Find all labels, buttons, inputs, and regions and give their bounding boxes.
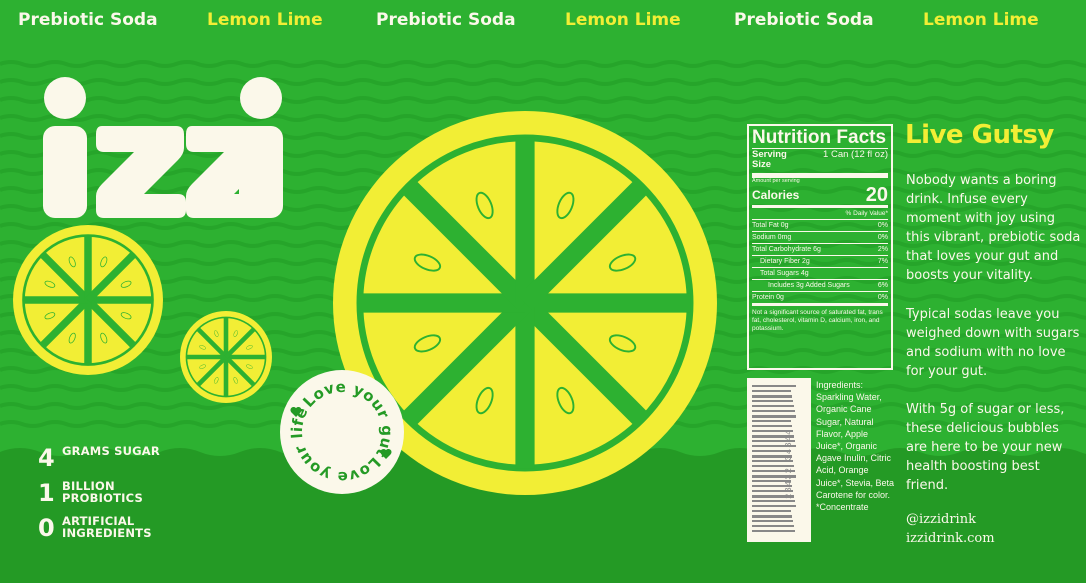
nutrition-title: Nutrition Facts xyxy=(752,127,887,148)
barcode-bar xyxy=(752,525,794,527)
nutrient-dv: 7% xyxy=(877,258,888,265)
nutrition-rows: Total Fat 0g 0% Sodium 0mg 0% Total Carbohyd… xyxy=(752,219,888,303)
paragraph: Typical sodas leave you weighed down wit… xyxy=(906,307,1080,379)
can-label: Prebiotic Soda Lemon Lime Prebiotic Soda… xyxy=(0,0,1086,583)
nutrient-label: Total Fat 0g xyxy=(752,222,789,229)
calories-row: Calories 20 xyxy=(752,185,888,205)
barcode-bar xyxy=(752,410,795,412)
stat-label: GRAMS SUGAR xyxy=(62,444,160,458)
nutrition-row: Total Sugars 4g xyxy=(752,267,888,279)
barcode-bar xyxy=(752,385,796,387)
headline: Live Gutsy xyxy=(905,120,1054,150)
nutrient-label: Protein 0g xyxy=(752,294,784,301)
nutrient-label: Total Carbohydrate 6g xyxy=(752,246,821,253)
barcode-bars xyxy=(752,385,796,532)
serving-row: Serving Size 1 Can (12 fl oz) xyxy=(752,150,888,170)
barcode-bar xyxy=(752,505,796,507)
barcode-bar xyxy=(752,515,792,518)
nutrient-label: Sodium 0mg xyxy=(752,234,792,241)
barcode-bar xyxy=(752,530,795,532)
nutrition-row: Dietary Fiber 2g 7% xyxy=(752,255,888,267)
social-handle: @izzidrink xyxy=(906,512,976,527)
nutrient-dv: 0% xyxy=(877,234,888,241)
barcode-bar xyxy=(752,510,791,512)
nutrient-label: Total Sugars 4g xyxy=(760,270,809,277)
barcode-bar xyxy=(752,415,796,418)
daily-value-header: % Daily Value* xyxy=(845,210,888,217)
nutrient-label: Includes 3g Added Sugars xyxy=(768,282,850,289)
calories-label: Calories xyxy=(752,188,800,202)
barcode-bar xyxy=(752,400,793,402)
stat-number: 4 xyxy=(38,444,55,472)
lemon-slice-tiny xyxy=(180,311,272,403)
nutrient-dv: 0% xyxy=(877,222,888,229)
calories-value: 20 xyxy=(865,184,888,206)
barcode-bar xyxy=(752,500,795,502)
barcode-bar xyxy=(752,395,792,398)
barcode-bar xyxy=(752,390,791,392)
nutrition-facts-panel: Nutrition Facts Serving Size 1 Can (12 f… xyxy=(747,124,893,370)
nutrition-row: Total Fat 0g 0% xyxy=(752,219,888,231)
love-your-gut-badge: Love your gut Love your life xyxy=(278,368,406,496)
serving-value: 1 Can (12 fl oz) xyxy=(823,149,888,160)
ingredients-text: Ingredients: Sparkling Water, Organic Ca… xyxy=(816,380,895,513)
serving-label: Serving Size xyxy=(752,149,787,170)
barcode-bar xyxy=(752,520,793,522)
stat-number: 0 xyxy=(38,514,55,542)
nutrient-dv: 2% xyxy=(877,246,888,253)
stat-number: 1 xyxy=(38,479,55,507)
nutrition-row: Includes 3g Added Sugars 6% xyxy=(752,279,888,291)
nutrition-row: Total Carbohydrate 6g 2% xyxy=(752,243,888,255)
contact-block: @izzidrink izzidrink.com xyxy=(906,510,995,548)
nutrient-dv: 6% xyxy=(877,282,888,289)
stat-label: ARTIFICIAL INGREDIENTS xyxy=(62,514,152,540)
nutrient-dv: 0% xyxy=(877,294,888,301)
barcode-bar xyxy=(752,405,794,407)
lemon-slice-small xyxy=(13,225,163,375)
barcode-bar xyxy=(752,425,792,427)
barcode: 23432 34344 xyxy=(747,378,811,542)
barcode-number: 23432 34344 xyxy=(784,428,794,499)
nutrition-row: Protein 0g 0% xyxy=(752,291,888,303)
nutrient-label: Dietary Fiber 2g xyxy=(760,258,810,265)
paragraph: Nobody wants a boring drink. Infuse ever… xyxy=(906,173,1081,283)
barcode-bar xyxy=(752,420,791,422)
nutrition-footnote: Not a significant source of saturated fa… xyxy=(752,309,883,332)
website: izzidrink.com xyxy=(906,531,995,546)
stat-label: BILLION PROBIOTICS xyxy=(62,479,143,505)
paragraph: With 5g of sugar or less, these deliciou… xyxy=(906,402,1065,493)
nutrition-row: Sodium 0mg 0% xyxy=(752,231,888,243)
